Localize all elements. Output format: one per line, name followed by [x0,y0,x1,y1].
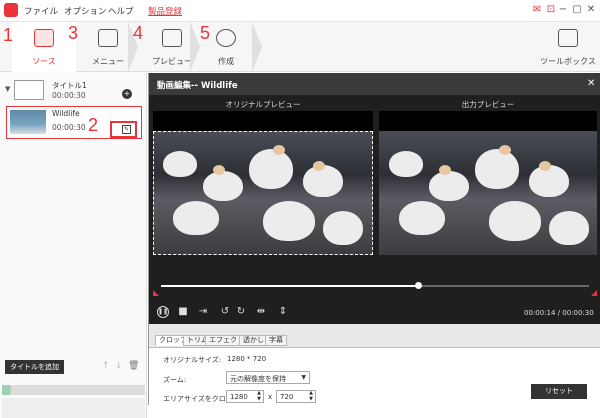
menu-register[interactable]: 製品登録 [148,5,182,17]
tab-create-label: 作成 [218,57,234,66]
menu-bar: ファイル オプション ヘルプ 製品登録 ✉ ⊡ − ▢ ✕ [0,0,600,22]
menu-file[interactable]: ファイル [24,5,58,17]
title-duration: 00:00:30 [52,91,86,100]
annotation-1: 1 [3,25,14,45]
progress-track[interactable] [161,285,589,287]
progress-handle[interactable] [414,282,422,289]
menu-image-icon [98,29,118,47]
source-panel: ▼ タイトル1 00:00:30 + Wildlife 00:00:30 2 ✎… [0,73,147,418]
menu-options[interactable]: オプション [64,5,107,17]
original-preview-label: オリジナルプレビュー [225,100,301,109]
toolbar: ソース メニュー プレビュー 作成 ツールボックス 1 3 4 5 [0,22,600,72]
dialog-title: 動画編集-- Wildlife [149,73,600,95]
toolbox-label: ツールボックス [540,57,596,66]
start-marker-icon[interactable] [153,290,159,296]
tab-watermark[interactable]: 透かし [239,335,268,346]
output-video [379,111,597,255]
edit-icon[interactable]: ✎ [122,125,131,134]
close-icon[interactable]: ✕ [584,3,598,17]
annotation-2: 2 [88,115,99,135]
rotate-right-icon[interactable]: ↻ [235,306,247,318]
disc-icon [216,29,236,47]
stepper-icon[interactable]: ▲ ▼ [309,390,313,402]
message-icon[interactable]: ✉ [530,3,544,17]
add-title-button[interactable]: タイトルを追加 [5,360,64,374]
move-up-icon[interactable]: ↑ [102,361,110,371]
collapse-arrow-icon[interactable]: ▼ [5,85,10,93]
pause-icon[interactable]: ❚❚ [157,306,169,318]
flip-horizontal-icon[interactable]: ⇹ [255,306,267,318]
annotation-5: 5 [200,23,211,43]
reset-button[interactable]: リセット [531,384,587,399]
zoom-label: ズーム: [163,376,187,384]
add-icon[interactable]: + [122,89,132,99]
timecode: 00:00:14 / 00:00:30 [524,309,594,317]
rotate-left-icon[interactable]: ↺ [219,306,231,318]
annotation-4: 4 [133,23,144,43]
minimize-icon[interactable]: − [556,3,570,17]
clip-duration: 00:00:30 [52,123,86,132]
title-name: タイトル1 [52,81,87,90]
crop-width-value: 1280 [230,393,248,401]
maximize-icon[interactable]: ▢ [570,3,584,17]
preview-monitor-icon [162,29,182,47]
crop-height-value: 720 [280,393,294,401]
clip-name: Wildlife [52,109,80,118]
flip-vertical-icon[interactable]: ⇕ [277,306,289,318]
move-down-icon[interactable]: ↓ [115,361,123,371]
original-size-label: オリジナルサイズ: [163,356,222,364]
original-video [153,111,373,255]
output-preview-label: 出力プレビュー [461,100,515,109]
crop-box[interactable] [153,131,373,255]
original-size-value: 1280 * 720 [227,355,267,363]
progress-fill [161,285,418,287]
capacity-bar [2,385,145,395]
dialog-bottom [148,405,600,418]
edit-dialog: 動画編集-- Wildlife ✕ オリジナルプレビュー 出力プレビュー ❚❚ … [148,73,600,418]
toolbox-icon [558,29,578,47]
stepper-icon[interactable]: ▲ ▼ [257,390,261,402]
end-marker-icon[interactable] [591,290,597,296]
zoom-select[interactable]: 元の解像度を保持 ▼ [226,371,310,384]
toolbox-button[interactable]: ツールボックス [536,22,600,72]
delete-icon[interactable]: 🗑 [128,361,139,371]
chevron-icon [252,22,262,72]
title-thumbnail [14,80,44,100]
tab-subtitle[interactable]: 字幕 [265,335,287,346]
annotation-3: 3 [68,23,79,43]
video-frame [379,131,597,255]
crop-height-input[interactable]: 720 ▲ ▼ [276,390,316,403]
clip-thumbnail [10,110,46,134]
snapshot-icon[interactable]: ⇥ [197,306,209,318]
crop-separator: x [268,393,273,401]
stop-icon[interactable]: ■ [177,306,189,318]
app-logo [4,3,18,17]
crop-width-input[interactable]: 1280 ▲ ▼ [226,390,264,403]
status-area [2,398,145,418]
source-icon [34,29,54,47]
dialog-close-icon[interactable]: ✕ [587,78,595,89]
chevron-down-icon: ▼ [301,374,306,381]
menu-help[interactable]: ヘルプ [108,5,134,17]
zoom-select-value: 元の解像度を保持 [230,375,286,383]
